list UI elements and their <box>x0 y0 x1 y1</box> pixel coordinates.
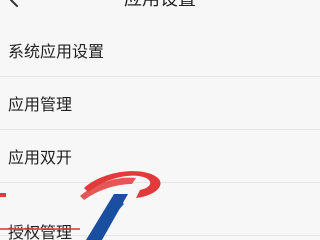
list-item-system-app-settings[interactable]: 系统应用设置 <box>0 24 320 77</box>
list-item-app-management[interactable]: 应用管理 <box>0 77 320 130</box>
list-item-label: 应用双开 <box>8 148 73 167</box>
highlight-underline <box>0 228 80 230</box>
list-item-label: 系统应用设置 <box>8 42 105 61</box>
logo-watermark-icon <box>80 171 161 240</box>
page-title: 应用设置 <box>0 0 320 10</box>
settings-screen: 应用设置 系统应用设置 应用管理 应用双开 授权管理 <box>0 0 320 240</box>
header-bar: 应用设置 <box>0 0 320 22</box>
selection-indicator <box>0 193 6 197</box>
list-item-label: 应用管理 <box>8 95 73 114</box>
